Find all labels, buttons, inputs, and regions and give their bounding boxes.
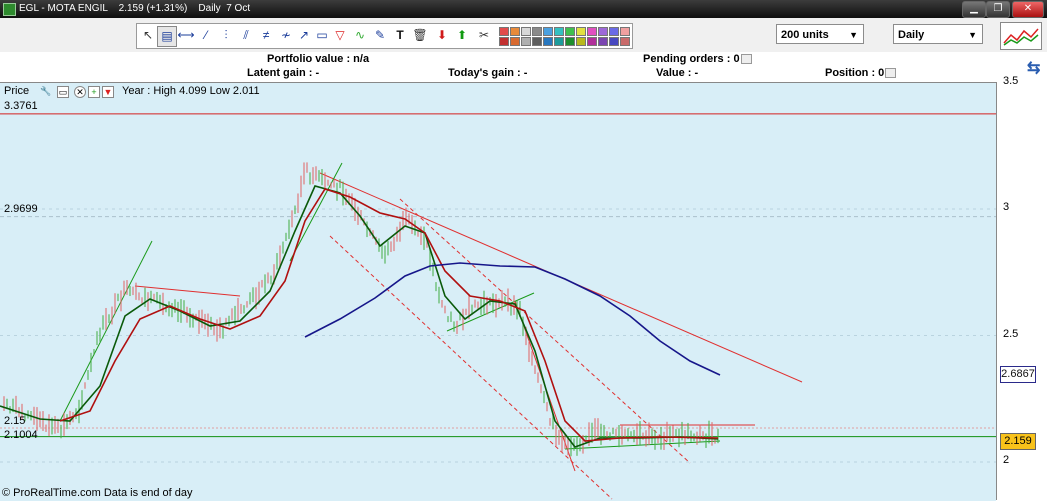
swap-arrows-icon[interactable]: ⇆ (1027, 58, 1040, 78)
portfolio-value: Portfolio value : n/a (267, 53, 370, 65)
units-select[interactable]: 200 units ▼ (776, 24, 864, 44)
color-swatch[interactable] (554, 37, 564, 46)
color-swatch[interactable] (576, 27, 586, 36)
color-swatch[interactable] (620, 37, 630, 46)
window-icon[interactable]: ▭ (57, 86, 69, 98)
level-label: 2.1004 (4, 428, 38, 441)
color-swatch[interactable] (499, 37, 509, 46)
buy-arrow-icon[interactable]: ⬆ (453, 26, 471, 45)
color-swatch[interactable] (532, 37, 542, 46)
color-swatch[interactable] (620, 27, 630, 36)
color-swatch[interactable] (565, 37, 575, 46)
minimize-button[interactable]: ▁ (962, 1, 986, 18)
color-swatch[interactable] (532, 27, 542, 36)
text-icon[interactable]: T (391, 26, 409, 45)
portfolio-info-bar: Portfolio value : n/a Pending orders : 0… (0, 52, 1047, 83)
level-label: 3.3761 (4, 99, 38, 112)
color-swatch[interactable] (587, 27, 597, 36)
color-swatch[interactable] (510, 37, 520, 46)
rectangle-icon[interactable]: ▭ (313, 26, 331, 45)
pending-orders-text: Pending orders : 0 (643, 53, 740, 65)
position-value: Value : - (656, 67, 699, 79)
color-swatch[interactable] (609, 37, 619, 46)
last-price-marker: 2.159 (1000, 433, 1036, 450)
triangle-icon[interactable]: ▽ (331, 26, 349, 45)
wrench-icon[interactable]: 🔧 (40, 86, 51, 96)
window-title: EGL - MOTA ENGIL 2.159 (+1.31%) Daily 7 … (19, 3, 251, 14)
axis-tick: 3.5 (1003, 74, 1019, 87)
support-trend-line (59, 240, 153, 422)
add-panel-icon[interactable]: + (88, 86, 100, 98)
fibonacci-icon[interactable]: ≁ (277, 26, 295, 45)
data-source-note: © ProRealTime.com Data is end of day (2, 487, 193, 499)
arc-icon[interactable]: ✎ (371, 26, 389, 45)
latent-gain: Latent gain : - (247, 67, 320, 79)
list-icon[interactable] (885, 68, 897, 79)
scroll-down-icon[interactable]: ▼ (102, 86, 114, 98)
vertical-line-icon[interactable]: ⫶ (217, 26, 235, 45)
color-swatch[interactable] (543, 27, 553, 36)
short-moving-average (0, 185, 719, 448)
level-label: 2.15 (4, 415, 26, 428)
color-swatch[interactable] (598, 37, 608, 46)
color-swatch[interactable] (565, 27, 575, 36)
chevron-down-icon: ▼ (968, 30, 977, 40)
ma-value-marker: 2.6867 (1000, 366, 1036, 383)
price-chart[interactable]: Price 🔧 ▭ ✕ + ▼ Year : High 4.099 Low 2.… (0, 82, 996, 501)
channel-upper (399, 198, 691, 464)
position-text: Position : 0 (825, 67, 885, 79)
app-icon (3, 3, 16, 16)
trend-line-icon[interactable]: ⁄ (197, 26, 215, 45)
price-axis: 4.543.532.52 2.6867 2.159 (996, 75, 1047, 500)
level-label: 2.9699 (4, 202, 38, 215)
color-swatch[interactable] (609, 27, 619, 36)
indicators-button[interactable] (1000, 22, 1042, 50)
horizontal-line-icon[interactable]: ⟷ (177, 26, 195, 45)
chevron-down-icon: ▼ (849, 30, 858, 40)
restore-button[interactable]: ❐ (986, 1, 1010, 18)
todays-gain: Today's gain : - (448, 67, 528, 79)
position: Position : 0 (825, 67, 897, 79)
channel-icon[interactable]: ≠ (257, 26, 275, 45)
sell-arrow-icon[interactable]: ⬇ (433, 26, 451, 45)
portfolio-tool-icon[interactable]: ↗ (295, 26, 313, 45)
period-select-value: Daily (898, 29, 925, 41)
wave-icon[interactable]: ∿ (351, 26, 369, 45)
color-swatch[interactable] (499, 27, 509, 36)
drawing-tools: ↖ ▤ ⟷ ⁄ ⫶ ⫽ ≠ ≁ ↗ ▭ ▽ ∿ ✎ T 🗑 ⬇ ⬆ ✂ (136, 23, 633, 49)
drawing-toolbar: ↖ ▤ ⟷ ⁄ ⫶ ⫽ ≠ ≁ ↗ ▭ ▽ ∿ ✎ T 🗑 ⬇ ⬆ ✂ 200 … (0, 18, 1047, 53)
indicators-icon (1003, 28, 1039, 46)
list-icon[interactable] (740, 54, 752, 65)
color-swatch[interactable] (576, 37, 586, 46)
color-swatch[interactable] (554, 27, 564, 36)
panel-label: Price (4, 85, 30, 97)
tools-icon[interactable]: ✂ (475, 26, 493, 45)
color-swatch[interactable] (598, 27, 608, 36)
ruler-icon[interactable]: ▤ (157, 26, 177, 47)
year-range: Year : High 4.099 Low 2.011 (122, 85, 260, 97)
units-select-value: 200 units (781, 29, 829, 41)
color-swatch[interactable] (521, 37, 531, 46)
axis-tick: 2 (1003, 454, 1010, 466)
price-chart-canvas[interactable] (0, 83, 996, 501)
pending-orders: Pending orders : 0 (643, 53, 752, 65)
close-panel-icon[interactable]: ✕ (74, 86, 86, 98)
color-swatch[interactable] (543, 37, 553, 46)
color-swatch[interactable] (521, 27, 531, 36)
axis-tick: 3 (1003, 201, 1010, 213)
trash-icon[interactable]: 🗑 (411, 26, 429, 45)
period-select[interactable]: Daily ▼ (893, 24, 983, 44)
close-button[interactable]: ✕ (1012, 1, 1044, 18)
color-swatch[interactable] (510, 27, 520, 36)
color-swatch[interactable] (587, 37, 597, 46)
channel-lower (329, 235, 613, 500)
title-bar: EGL - MOTA ENGIL 2.159 (+1.31%) Daily 7 … (0, 0, 1047, 18)
pointer-icon[interactable]: ↖ (139, 26, 157, 45)
parallel-lines-icon[interactable]: ⫽ (237, 26, 255, 45)
axis-tick: 2.5 (1003, 327, 1019, 340)
medium-moving-average (59, 188, 719, 442)
